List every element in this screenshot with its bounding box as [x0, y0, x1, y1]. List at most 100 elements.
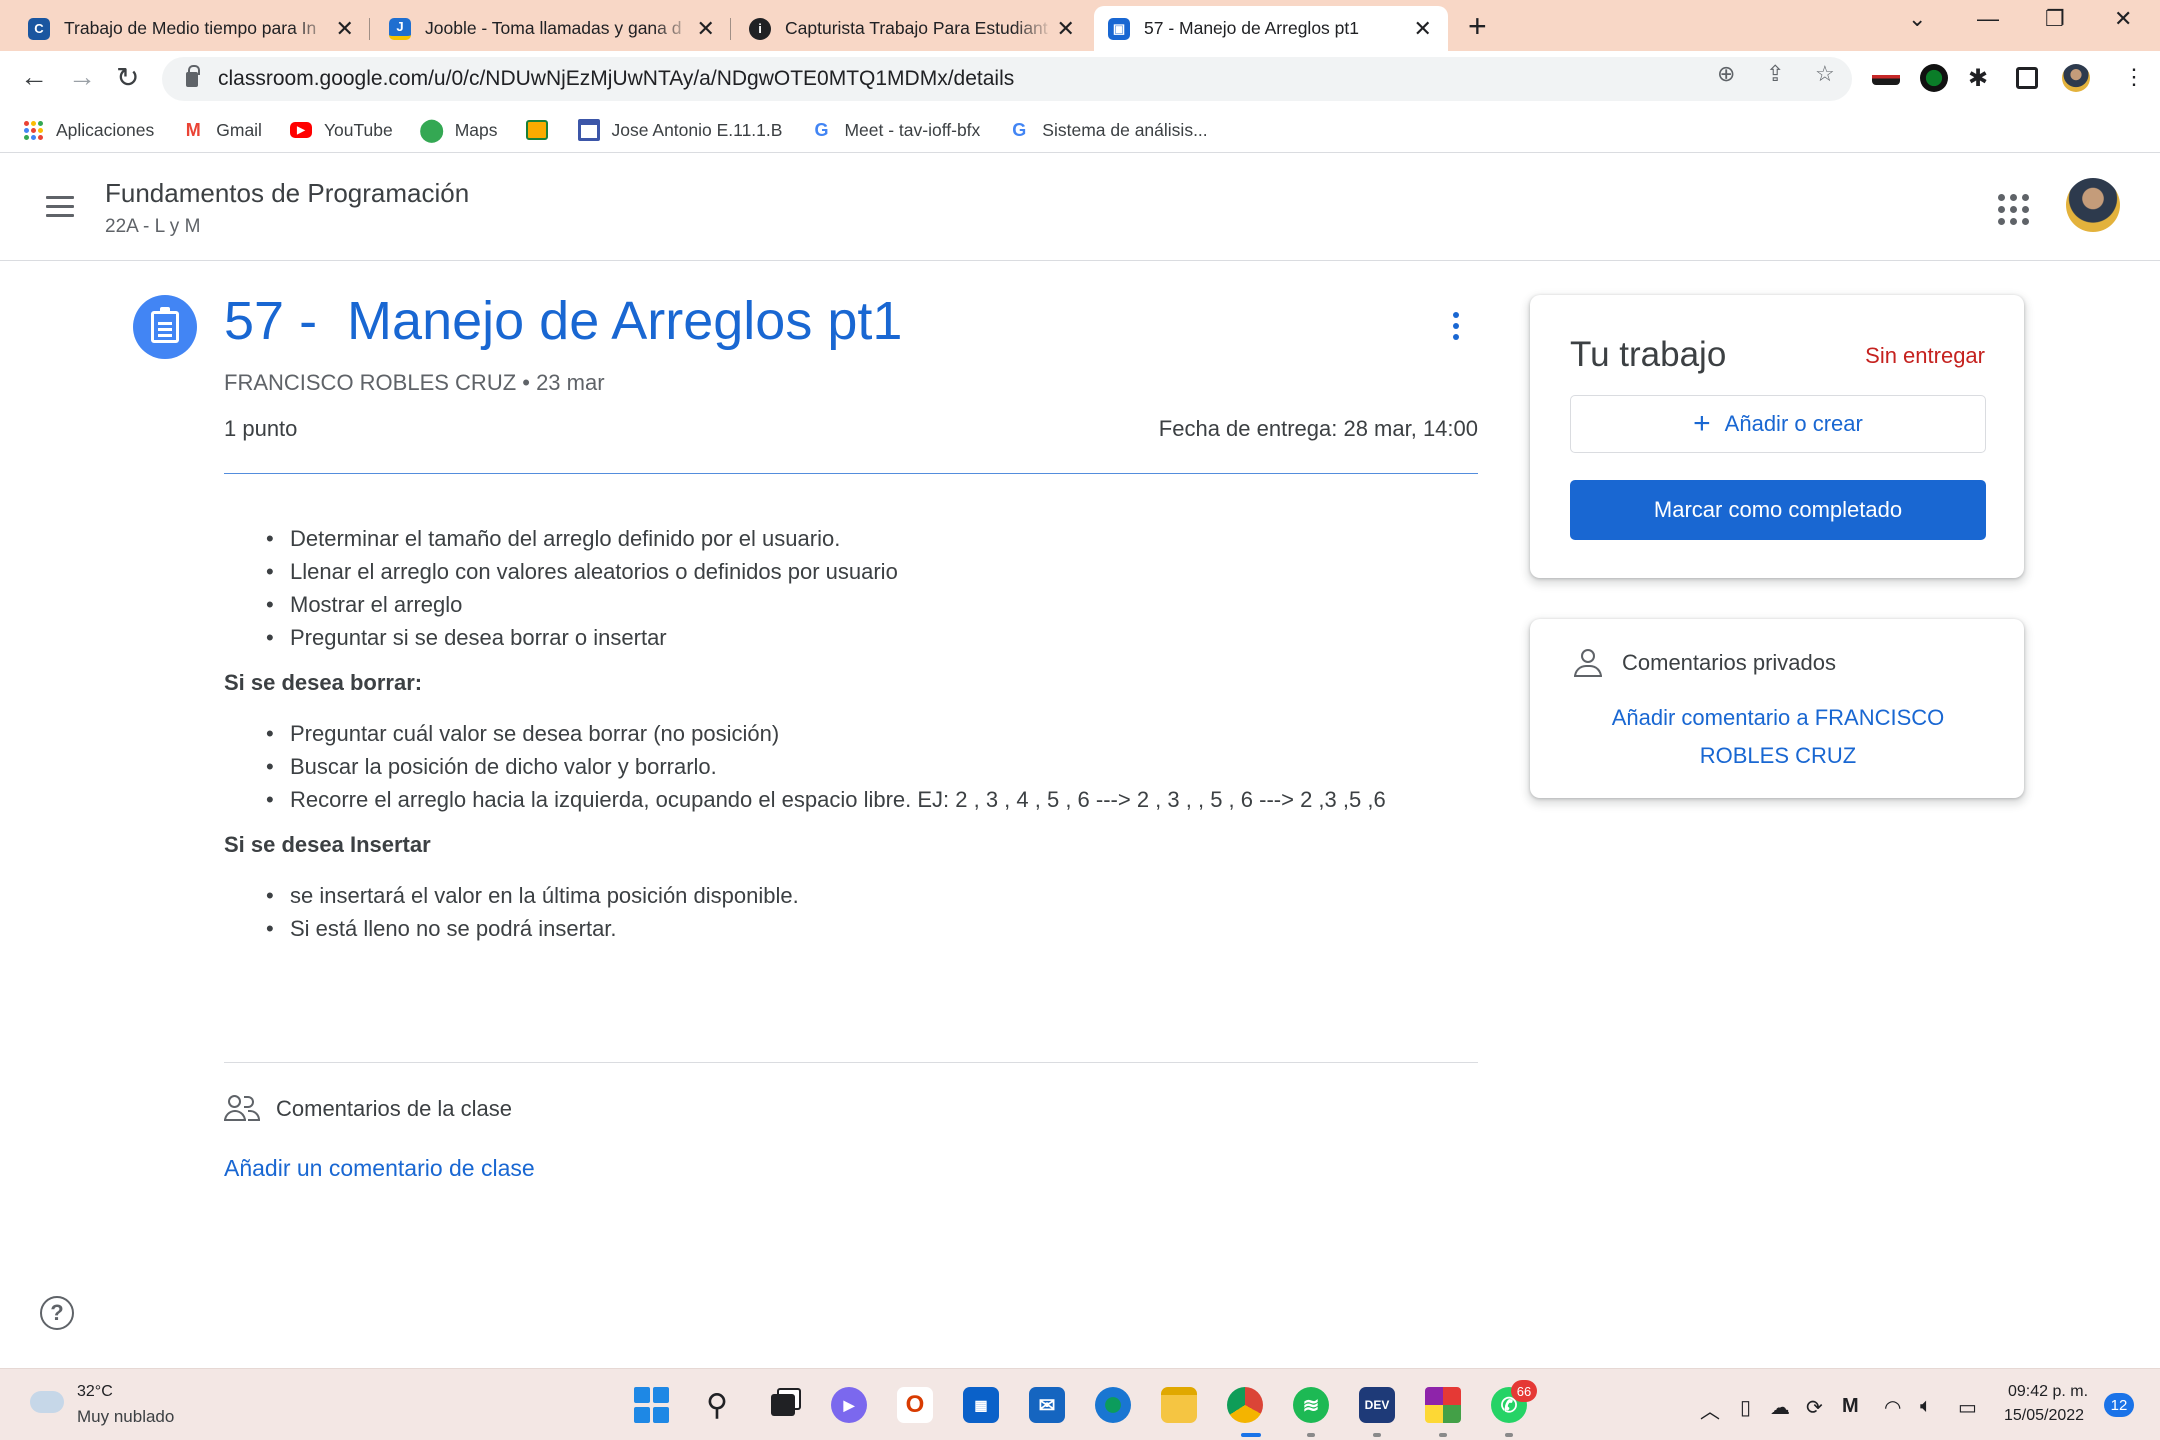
google-icon: G	[814, 119, 829, 140]
bookmark-jose-antonio[interactable]: Jose Antonio E.11.1.B	[577, 119, 783, 141]
indeed-icon: i	[749, 17, 771, 40]
sync-icon[interactable]: ⟳	[1806, 1395, 1823, 1420]
class-comments-header: Comentarios de la clase	[224, 1095, 512, 1123]
chrome-active-indicator	[1241, 1433, 1261, 1437]
minimize-icon[interactable]: —	[1977, 6, 1999, 32]
tab-jooble[interactable]: J Jooble - Toma llamadas y gana d ✕	[375, 6, 731, 51]
spotify-icon[interactable]: ≋	[1293, 1387, 1329, 1423]
jooble-icon: J	[389, 17, 411, 40]
bookmark-label: Sistema de análisis...	[1042, 119, 1208, 140]
bookmark-meet[interactable]: G Meet - tav-ioff-bfx	[810, 119, 980, 141]
bookmark-youtube[interactable]: ▶ YouTube	[289, 120, 393, 141]
assignment-due-date: Fecha de entrega: 28 mar, 14:00	[1158, 416, 1478, 441]
windows-taskbar: 32°C Muy nublado ⚲ ▶ O ▦ ✉ ≋ DEV ✆ ︿ ▯ ☁…	[0, 1368, 2160, 1440]
delete-steps-list: Preguntar cuál valor se desea borrar (no…	[224, 717, 1478, 816]
winrar-running-indicator	[1439, 1433, 1447, 1437]
classroom-header: Fundamentos de Programación 22A - L y M	[0, 154, 2160, 261]
file-explorer-icon[interactable]	[1161, 1387, 1197, 1423]
google-apps-icon[interactable]	[1998, 194, 2029, 225]
show-hidden-icons-icon[interactable]: ︿	[1700, 1395, 1720, 1424]
course-title[interactable]: Fundamentos de Programación	[105, 178, 469, 209]
notification-count-badge[interactable]: 12	[2104, 1393, 2134, 1417]
wifi-icon[interactable]: ◠	[1884, 1395, 1901, 1420]
side-panel-icon[interactable]	[2016, 67, 2038, 89]
whatsapp-running-indicator	[1505, 1433, 1513, 1437]
bookmark-maps[interactable]: ⬤ Maps	[419, 117, 497, 142]
battery-icon[interactable]: ▭	[1958, 1395, 1977, 1420]
reload-icon[interactable]: ↻	[116, 61, 139, 94]
clock-time[interactable]: 09:42 p. m.	[2008, 1383, 2088, 1401]
search-icon[interactable]: ⚲	[699, 1387, 735, 1423]
window-close-icon[interactable]: ✕	[2114, 6, 2132, 32]
list-item: Recorre el arreglo hacia la izquierda, o…	[266, 783, 1478, 816]
list-item: Buscar la posición de dicho valor y borr…	[266, 750, 1478, 783]
teams-chat-icon[interactable]: ▶	[831, 1387, 867, 1423]
help-icon[interactable]: ?	[40, 1296, 74, 1330]
winrar-icon[interactable]	[1425, 1387, 1461, 1423]
onedrive-cloud-icon[interactable]: ☁	[1770, 1395, 1790, 1420]
list-item: Si está lleno no se podrá insertar.	[266, 912, 1478, 945]
chrome-menu-icon[interactable]: ⋮	[2120, 64, 2148, 92]
chrome-icon[interactable]	[1227, 1387, 1263, 1423]
extension-flag-icon[interactable]	[1872, 71, 1900, 85]
tab-classroom-active[interactable]: ▣ 57 - Manejo de Arreglos pt1 ✕	[1094, 6, 1448, 51]
task-view-icon[interactable]	[765, 1387, 801, 1423]
weather-temperature[interactable]: 32°C	[77, 1383, 113, 1401]
mark-as-done-button[interactable]: Marcar como completado	[1570, 480, 1986, 540]
bookmark-label: Aplicaciones	[56, 119, 155, 140]
tab-computrabajo[interactable]: C Trabajo de Medio tiempo para In ✕	[14, 6, 370, 51]
bookmark-label: Jose Antonio E.11.1.B	[611, 119, 783, 140]
mail-icon[interactable]: ✉	[1029, 1387, 1065, 1423]
usb-icon[interactable]: ▯	[1740, 1395, 1751, 1420]
store-icon[interactable]: ▦	[963, 1387, 999, 1423]
extensions-puzzle-icon[interactable]: ✱	[1968, 64, 1996, 92]
google-icon: G	[1012, 119, 1027, 140]
person-icon	[1574, 649, 1602, 677]
weather-cloud-icon[interactable]	[30, 1383, 64, 1413]
account-avatar[interactable]	[2066, 178, 2120, 232]
add-or-create-button[interactable]: + Añadir o crear	[1570, 395, 1986, 453]
your-work-title: Tu trabajo	[1570, 335, 1727, 374]
share-icon[interactable]: ⇪	[1766, 61, 1784, 87]
office-icon[interactable]: O	[897, 1387, 933, 1423]
close-icon[interactable]: ✕	[333, 16, 356, 42]
add-class-comment-link[interactable]: Añadir un comentario de clase	[224, 1155, 535, 1182]
more-options-icon[interactable]	[1453, 312, 1459, 345]
private-comments-header: Comentarios privados	[1574, 649, 1836, 677]
extension-globe-icon[interactable]	[1920, 64, 1948, 92]
zoom-icon[interactable]: ⊕	[1717, 61, 1735, 87]
youtube-icon: ▶	[289, 122, 312, 138]
address-bar[interactable]: classroom.google.com/u/0/c/NDUwNjEzMjUwN…	[162, 57, 1852, 101]
back-icon[interactable]: ←	[20, 61, 48, 93]
restore-icon[interactable]: ❐	[2045, 6, 2065, 32]
volume-icon[interactable]: 🔈︎	[1920, 1395, 1932, 1418]
bookmark-gmail[interactable]: M Gmail	[182, 119, 262, 141]
maps-icon: ⬤	[419, 117, 445, 142]
bookmark-classroom[interactable]	[525, 120, 560, 140]
bookmark-star-icon[interactable]: ☆	[1815, 61, 1835, 87]
clock-date[interactable]: 15/05/2022	[2004, 1407, 2084, 1425]
add-private-comment-link[interactable]: Añadir comentario a FRANCISCO ROBLES CRU…	[1570, 699, 1986, 775]
classroom-icon: ▣	[1108, 17, 1130, 40]
menu-icon[interactable]	[46, 196, 74, 223]
tab-indeed[interactable]: i Capturista Trabajo Para Estudiant ✕	[735, 6, 1091, 51]
bookmark-sistema[interactable]: G Sistema de análisis...	[1008, 119, 1207, 141]
forward-icon[interactable]: →	[68, 61, 96, 93]
start-icon[interactable]	[633, 1387, 669, 1423]
assignment-author-date: FRANCISCO ROBLES CRUZ • 23 mar	[224, 370, 605, 395]
edge-icon[interactable]	[1095, 1387, 1131, 1423]
dev-cpp-icon[interactable]: DEV	[1359, 1387, 1395, 1423]
tab-search-icon[interactable]: ⌄	[1908, 6, 1926, 32]
profile-avatar-icon[interactable]	[2062, 64, 2090, 92]
close-icon[interactable]: ✕	[694, 16, 717, 42]
weather-description[interactable]: Muy nublado	[77, 1407, 174, 1427]
new-tab-button[interactable]: +	[1468, 8, 1487, 45]
close-icon[interactable]: ✕	[1054, 16, 1077, 42]
bookmark-apps[interactable]: Aplicaciones	[22, 119, 154, 141]
ime-icon[interactable]: M	[1842, 1395, 1859, 1418]
insert-steps-list: se insertará el valor en la última posic…	[224, 879, 1478, 945]
heading-insert: Si se desea Insertar	[224, 832, 431, 857]
list-item: Preguntar cuál valor se desea borrar (no…	[266, 717, 1478, 750]
close-icon[interactable]: ✕	[1411, 16, 1434, 42]
list-item: Determinar el tamaño del arreglo definid…	[266, 522, 1478, 555]
